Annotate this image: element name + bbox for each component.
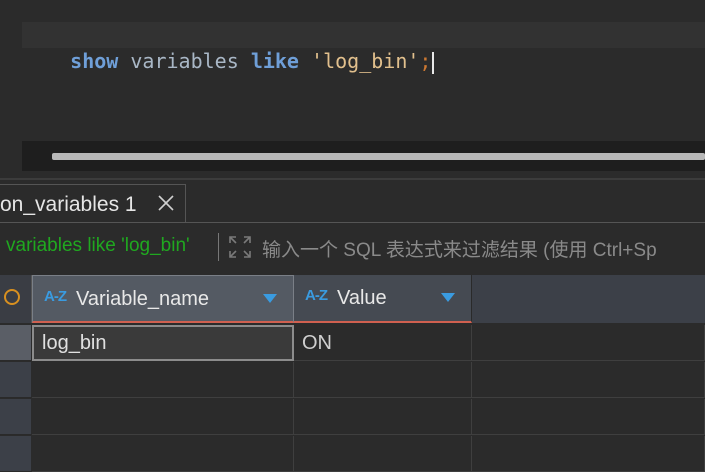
chevron-down-icon[interactable]	[263, 294, 277, 303]
table-cell[interactable]	[294, 399, 472, 435]
scrollbar-thumb[interactable]	[52, 153, 705, 160]
table-cell[interactable]: ON	[294, 325, 472, 361]
table-cell[interactable]	[294, 436, 472, 472]
sql-token-identifier: variables	[130, 49, 239, 73]
editor-current-line[interactable]: show variables like 'log_bin';	[22, 22, 705, 74]
sql-token-space	[299, 49, 311, 73]
table-row[interactable]	[0, 399, 705, 435]
separator	[218, 233, 219, 261]
table-cell	[472, 399, 705, 435]
sql-token-string: 'log_bin'	[311, 49, 420, 73]
sort-az-icon: A-Z	[305, 287, 328, 304]
chevron-down-icon[interactable]	[441, 293, 455, 302]
sql-editor[interactable]: show variables like 'log_bin';	[0, 0, 705, 178]
horizontal-scrollbar[interactable]	[22, 141, 705, 171]
grid-corner[interactable]	[0, 275, 32, 323]
filter-bar: variables like 'log_bin' 输入一个 SQL 表达式来过滤…	[0, 223, 705, 275]
sql-token-keyword: like	[250, 49, 299, 73]
row-header[interactable]	[0, 325, 31, 361]
table-cell[interactable]	[32, 436, 294, 472]
table-cell	[472, 362, 705, 398]
table-cell[interactable]	[32, 362, 294, 398]
table-cell[interactable]	[32, 399, 294, 435]
header-filler	[472, 275, 705, 323]
sort-az-icon: A-Z	[44, 288, 67, 305]
table-cell[interactable]: log_bin	[32, 325, 294, 361]
column-label: Value	[337, 287, 387, 309]
close-icon[interactable]	[156, 193, 176, 213]
column-header-value[interactable]: A-Z Value	[294, 275, 472, 323]
results-grid: A-Z Variable_name A-Z Value log_bin ON	[0, 275, 705, 472]
table-cell[interactable]	[294, 362, 472, 398]
sql-token-semicolon: ;	[419, 49, 432, 73]
tab-label: on_variables 1	[0, 193, 137, 216]
sql-token-space	[239, 49, 251, 73]
filter-input[interactable]: 输入一个 SQL 表达式来过滤结果 (使用 Ctrl+Sp	[262, 235, 657, 262]
table-row[interactable]: log_bin ON	[0, 325, 705, 361]
row-header[interactable]	[0, 362, 31, 398]
table-cell	[472, 436, 705, 472]
table-row[interactable]	[0, 436, 705, 472]
row-header[interactable]	[0, 399, 31, 435]
sql-token-keyword: show	[70, 49, 119, 73]
tab-result[interactable]: on_variables 1	[0, 184, 186, 222]
results-tab-bar: on_variables 1	[0, 180, 705, 223]
column-header-variable-name[interactable]: A-Z Variable_name	[32, 275, 294, 323]
table-cell	[472, 325, 705, 361]
table-row[interactable]	[0, 362, 705, 398]
sql-token-space	[118, 49, 130, 73]
expand-icon[interactable]	[228, 235, 252, 259]
column-label: Variable_name	[76, 288, 210, 310]
text-caret	[432, 51, 435, 74]
query-text: variables like 'log_bin'	[6, 235, 190, 256]
row-header[interactable]	[0, 436, 31, 472]
record-icon	[4, 289, 20, 305]
